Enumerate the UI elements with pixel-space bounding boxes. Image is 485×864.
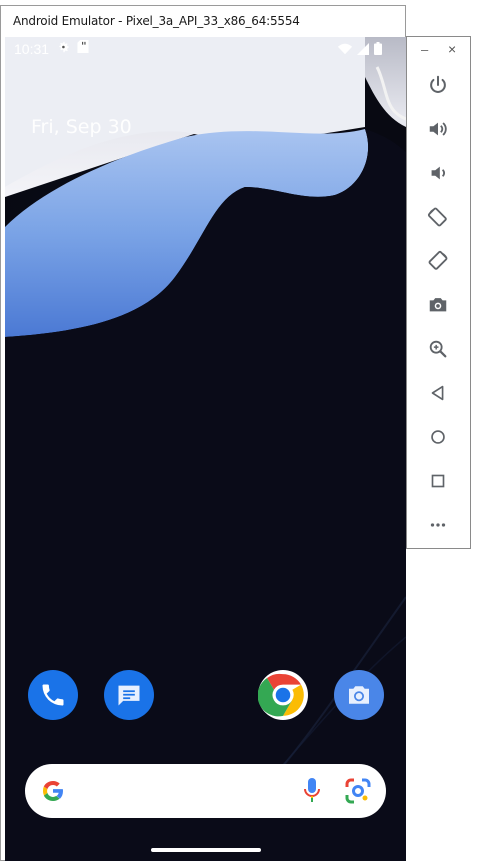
battery-icon: [374, 42, 382, 60]
cell-signal-icon: [357, 42, 369, 60]
status-bar: 10:31: [5, 37, 406, 61]
close-button[interactable]: ×: [448, 41, 456, 57]
power-icon: [430, 75, 446, 93]
chrome-app[interactable]: [258, 670, 308, 720]
status-time: 10:31: [14, 41, 50, 57]
google-search-bar[interactable]: [25, 764, 386, 818]
volume-down-button[interactable]: [422, 157, 454, 189]
google-g-icon: [41, 779, 65, 808]
messages-icon: [118, 685, 140, 706]
phone-app[interactable]: [28, 670, 78, 720]
more-dots-icon: [430, 523, 446, 527]
window-title: Android Emulator - Pixel_3a_API_33_x86_6…: [13, 14, 300, 28]
rotate-right-button[interactable]: [422, 245, 454, 277]
rotate-right-icon: [428, 250, 448, 270]
emulator-toolbar: – ×: [406, 36, 471, 549]
volume-up-button[interactable]: [422, 113, 454, 145]
home-button[interactable]: [422, 421, 454, 453]
power-button[interactable]: [422, 69, 454, 101]
zoom-button[interactable]: [422, 333, 454, 365]
chrome-icon: [258, 673, 304, 717]
camera-icon: [349, 686, 369, 704]
lens-icon[interactable]: [345, 778, 371, 809]
rotate-left-icon: [427, 207, 447, 227]
wifi-icon: [338, 42, 352, 60]
overview-square-icon: [431, 474, 445, 488]
minimize-button[interactable]: –: [421, 42, 428, 57]
zoom-in-icon: [429, 340, 447, 358]
messages-app[interactable]: [104, 670, 154, 720]
home-circle-icon: [431, 430, 445, 444]
mic-icon[interactable]: [303, 778, 321, 809]
phone-icon: [42, 684, 64, 706]
device-screen[interactable]: 10:31 Fri, Sep 30: [5, 37, 406, 861]
volume-down-icon: [431, 166, 445, 180]
settings-gear-icon: [57, 40, 71, 59]
volume-up-icon: [429, 122, 447, 136]
date-widget[interactable]: Fri, Sep 30: [31, 116, 132, 138]
more-button[interactable]: [422, 509, 454, 541]
sd-card-icon: [77, 40, 89, 58]
wallpaper: [5, 37, 406, 861]
gesture-nav-handle[interactable]: [151, 848, 261, 852]
camera-icon: [429, 298, 447, 312]
back-triangle-icon: [431, 385, 444, 401]
camera-app[interactable]: [334, 670, 384, 720]
back-button[interactable]: [422, 377, 454, 409]
emulator-window: Android Emulator - Pixel_3a_API_33_x86_6…: [0, 5, 406, 861]
screenshot-button[interactable]: [422, 289, 454, 321]
overview-button[interactable]: [422, 465, 454, 497]
rotate-left-button[interactable]: [422, 201, 454, 233]
title-bar[interactable]: Android Emulator - Pixel_3a_API_33_x86_6…: [1, 6, 405, 36]
